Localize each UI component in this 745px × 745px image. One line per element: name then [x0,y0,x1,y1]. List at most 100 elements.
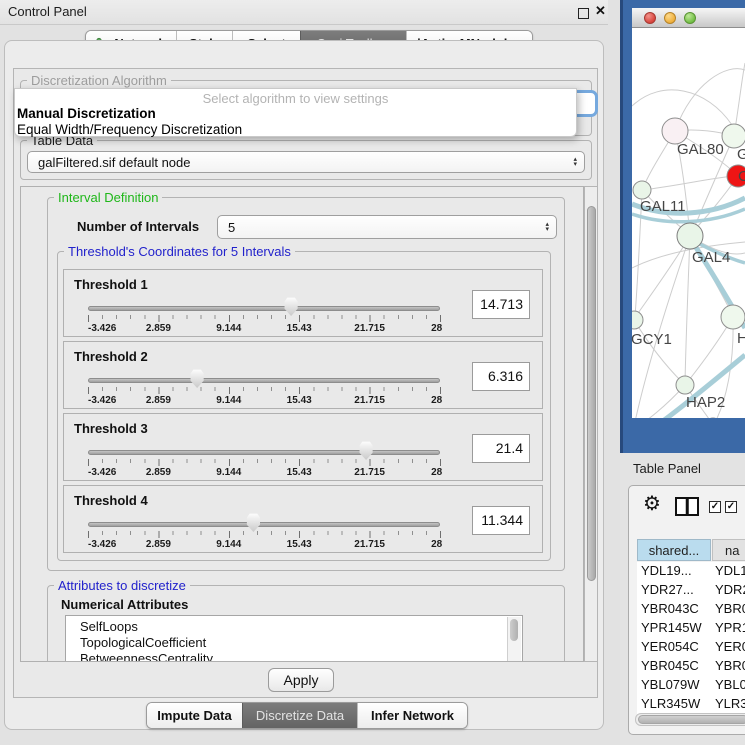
table-horizontal-scrollbar-thumb[interactable] [638,715,745,724]
dropdown-option-equal-width[interactable]: Equal Width/Frequency Discretization [17,122,242,137]
close-traffic-light-icon[interactable] [644,12,656,24]
tick-label: 15.43 [287,467,312,478]
threshold-4-slider[interactable] [88,522,440,527]
algorithm-group-title: Discretization Algorithm [27,73,171,88]
combo-stepper-icon: ▴▾ [545,222,556,232]
node-label-gal11: GAL11 [640,198,686,215]
number-of-intervals-label: Number of Intervals [77,219,199,234]
node-topright[interactable] [722,124,745,148]
threshold-2-slider-thumb[interactable] [189,369,205,388]
attributes-group-title: Attributes to discretize [54,578,190,593]
slider-major-ticks [88,387,441,394]
threshold-2-label: Threshold 2 [74,349,148,364]
split-columns-icon[interactable] [675,497,699,516]
threshold-1-value-field[interactable]: 14.713 [472,290,530,319]
slider-major-ticks [88,459,441,466]
dropdown-option-manual[interactable]: Manual Discretization [17,106,156,121]
threshold-1-slider-thumb[interactable] [283,297,299,316]
tick-label: 28 [431,467,442,478]
column-header-shared-name[interactable]: shared... [637,539,711,561]
slider-tick-labels: -3.4262.8599.14415.4321.71528 [88,539,440,551]
numerical-attributes-list: SelfLoops TopologicalCoefficient Between… [65,615,523,662]
tab-discretize-data-label: Discretize Data [256,708,344,723]
table-row[interactable]: YBR045CYBR0 [637,657,745,676]
panel-title: Control Panel [8,4,87,19]
tick-label: -3.426 [88,539,116,550]
tick-label: 15.43 [287,323,312,334]
slider-major-ticks [88,315,441,322]
node-gal4[interactable] [677,223,703,249]
table-data-value: galFiltered.sif default node [38,155,190,170]
threshold-3-value-field[interactable]: 21.4 [472,434,530,463]
list-scrollbar-thumb[interactable] [510,619,518,641]
tick-label: 21.715 [354,539,385,550]
tick-label: 9.144 [216,467,241,478]
control-panel-titlebar [0,0,608,25]
threshold-1-label: Threshold 1 [74,277,148,292]
tick-label: 21.715 [354,467,385,478]
list-item-selfloops[interactable]: SelfLoops [80,619,138,634]
threshold-4-label: Threshold 4 [74,493,148,508]
minimize-traffic-light-icon[interactable] [664,12,676,24]
tick-label: -3.426 [88,323,116,334]
threshold-3-slider[interactable] [88,450,440,455]
threshold-1-slider[interactable] [88,306,440,311]
apply-button[interactable]: Apply [268,668,334,692]
node-gcy1[interactable] [632,311,643,329]
settings-scrollbar[interactable] [584,186,598,662]
list-scrollbar[interactable] [507,617,521,662]
settings-scroll-viewport: Interval Definition Number of Intervals … [20,186,584,662]
table-row[interactable]: YBR043CYBR0 [637,600,745,619]
threshold-4-value-field[interactable]: 11.344 [472,506,530,535]
threshold-2-slider[interactable] [88,378,440,383]
column-header-name[interactable]: na [712,539,745,561]
network-canvas[interactable] [632,28,745,418]
threshold-2-value-field[interactable]: 6.316 [472,362,530,391]
tick-label: 2.859 [146,323,171,334]
settings-scrollbar-thumb[interactable] [587,206,596,581]
node-label-h: H [737,330,745,347]
tick-label: 28 [431,323,442,334]
table-panel-title: Table Panel [633,461,701,476]
node-gal11[interactable] [633,181,651,199]
gear-icon[interactable]: ⚙ [643,494,661,514]
number-of-intervals-value: 5 [228,220,235,235]
table-panel-card: ⚙ ✓ ✓ shared... na YDL19...YDL1 YDR27...… [628,485,745,735]
zoom-traffic-light-icon[interactable] [684,12,696,24]
slider-tick-labels: -3.4262.8599.14415.4321.71528 [88,323,440,335]
tick-label: 28 [431,539,442,550]
tab-infer-network[interactable]: Infer Network [357,703,467,728]
table-horizontal-scrollbar[interactable] [635,713,745,726]
node-hap2[interactable] [676,376,694,394]
tick-label: 2.859 [146,467,171,478]
table-row[interactable]: YPR145WYPR1 [637,619,745,638]
network-window-titlebar[interactable] [632,8,745,28]
tick-label: 9.144 [216,395,241,406]
tab-impute-data[interactable]: Impute Data [147,703,242,728]
check-glyph: ✓ [711,501,719,512]
table-row[interactable]: YBL079WYBL0 [637,676,745,695]
table-row[interactable]: YDL19...YDL1 [637,562,745,581]
list-item-betweennesscentrality[interactable]: BetweennessCentrality [80,651,213,662]
node-label-gal4: GAL4 [692,249,730,266]
float-window-icon[interactable] [578,8,589,19]
threshold-3-slider-thumb[interactable] [358,441,374,460]
threshold-3-box: Threshold 3 -3.4262.8599.14415.4321.7152… [63,413,543,481]
tick-label: -3.426 [88,395,116,406]
number-of-intervals-combobox[interactable]: 5 ▴▾ [217,215,557,239]
tab-impute-data-label: Impute Data [157,708,231,723]
node-right-mid[interactable] [721,305,745,329]
panel-divider[interactable] [608,0,620,745]
table-row[interactable]: YER054CYER0 [637,638,745,657]
checkbox-icon[interactable]: ✓ [709,501,721,513]
table-data-combobox[interactable]: galFiltered.sif default node ▴▾ [27,151,585,173]
threshold-coordinates-title: Threshold's Coordinates for 5 Intervals [64,244,295,259]
list-item-topologicalcoefficient[interactable]: TopologicalCoefficient [80,635,206,650]
tick-label: 2.859 [146,539,171,550]
threshold-1-box: Threshold 1 -3.4262.8599.14415.4321.7152… [63,269,543,337]
table-row[interactable]: YDR27...YDR2 [637,581,745,600]
close-icon[interactable]: ✕ [595,3,606,19]
tab-discretize-data[interactable]: Discretize Data [242,703,357,728]
threshold-4-slider-thumb[interactable] [245,513,261,532]
checkbox-icon[interactable]: ✓ [725,501,737,513]
